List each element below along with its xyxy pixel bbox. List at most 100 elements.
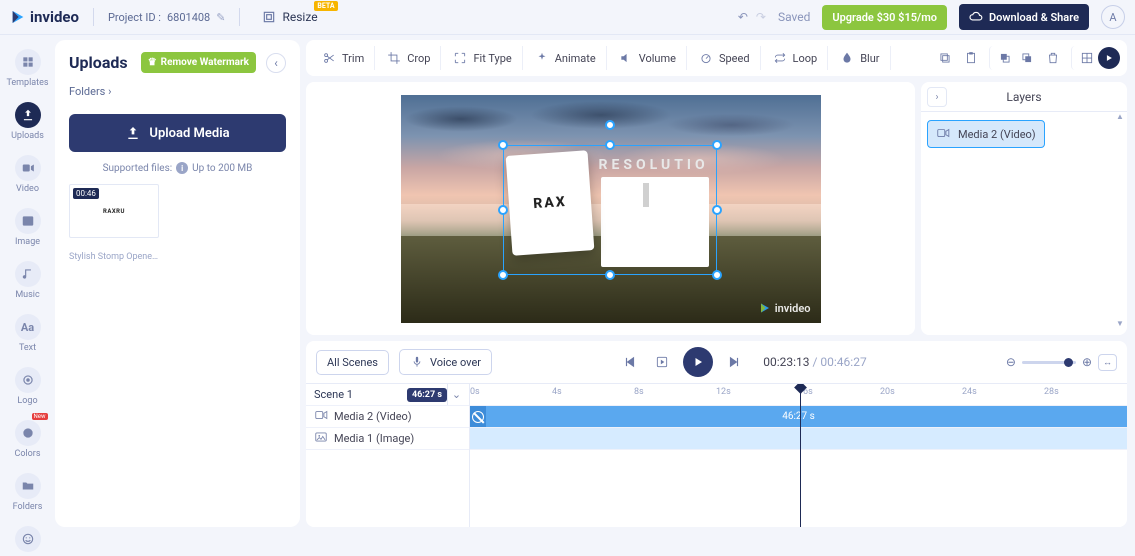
zoom-out-icon[interactable]: ⊖ xyxy=(1006,355,1016,369)
undo-icon[interactable]: ↶ xyxy=(738,10,748,24)
sparkle-icon xyxy=(535,51,549,65)
resize-handle[interactable] xyxy=(605,270,615,280)
next-scene-button[interactable] xyxy=(723,351,745,373)
rail-folders[interactable]: Folders xyxy=(6,469,50,516)
top-right-group: ↶ ↷ Saved Upgrade $30 $15/mo Download & … xyxy=(738,4,1125,30)
rail-image[interactable]: Image xyxy=(6,204,50,251)
layers-header: › Layers xyxy=(921,82,1127,112)
tool-trim[interactable]: Trim xyxy=(312,46,375,70)
zoom-in-icon[interactable]: ⊕ xyxy=(1082,355,1092,369)
tool-volume[interactable]: Volume xyxy=(609,46,687,70)
folders-breadcrumb[interactable]: Folders › xyxy=(69,85,286,98)
image-lane[interactable] xyxy=(470,428,1127,450)
layer-back-icon[interactable] xyxy=(1015,46,1039,70)
layers-collapse-button[interactable]: › xyxy=(927,87,947,107)
tool-loop[interactable]: Loop xyxy=(763,46,829,70)
scroll-down-icon[interactable]: ▼ xyxy=(1116,319,1124,331)
rail-templates[interactable]: Templates xyxy=(6,45,50,92)
crown-icon: ♛ xyxy=(148,57,157,68)
resize-menu[interactable]: Resize BETA xyxy=(262,10,317,24)
project-id: Project ID : 6801408 ✎ xyxy=(108,11,226,24)
prev-scene-button[interactable] xyxy=(619,351,641,373)
timeline-tracks[interactable]: 0s4s8s12s16s20s24s28s 46:27 s xyxy=(470,384,1127,527)
zoom-slider[interactable] xyxy=(1022,361,1076,364)
trash-icon[interactable] xyxy=(1041,46,1065,70)
rotate-handle[interactable] xyxy=(605,120,615,130)
text-icon: Aa xyxy=(15,314,41,340)
timeline-controls: All Scenes Voice over 00:23:13 / 00:46:2… xyxy=(306,341,1127,383)
video-clip[interactable]: 46:27 s xyxy=(470,406,1127,427)
fit-icon xyxy=(453,51,467,65)
redo-icon[interactable]: ↷ xyxy=(756,10,766,24)
resize-handle[interactable] xyxy=(605,140,615,150)
upgrade-button[interactable]: Upgrade $30 $15/mo xyxy=(822,5,947,30)
video-icon xyxy=(314,408,328,425)
clip-handle-left[interactable] xyxy=(470,406,486,427)
resize-handle[interactable] xyxy=(712,205,722,215)
tool-blur[interactable]: Blur xyxy=(830,46,890,70)
resize-handle[interactable] xyxy=(498,270,508,280)
share-label: Download & Share xyxy=(989,11,1079,24)
selection-box[interactable] xyxy=(503,145,717,275)
scene-header[interactable]: Scene 1 46:27 s ⌄ xyxy=(306,384,469,406)
preview-play-button[interactable] xyxy=(1097,46,1121,70)
rail-logo[interactable]: Logo xyxy=(6,363,50,410)
rail-colors[interactable]: New Colors xyxy=(6,416,50,463)
brand-logo[interactable]: invideo xyxy=(10,8,79,26)
canvas-stage[interactable]: RESOLUTIO RAX xyxy=(306,82,915,335)
divider xyxy=(239,8,240,26)
layer-item[interactable]: Media 2 (Video) xyxy=(927,120,1045,148)
image-icon xyxy=(15,208,41,234)
play-button[interactable] xyxy=(683,347,713,377)
ruler-tick: 4s xyxy=(552,387,562,397)
layers-scrollbar[interactable]: ▲ ▼ xyxy=(1115,112,1125,331)
resize-handle[interactable] xyxy=(498,205,508,215)
panel-header: Uploads ♛ Remove Watermark ‹ xyxy=(69,52,286,73)
zoom-fit-button[interactable]: ↔ xyxy=(1098,354,1117,371)
tool-label: Loop xyxy=(793,52,818,65)
resize-handle[interactable] xyxy=(712,270,722,280)
track-label-image[interactable]: Media 1 (Image) xyxy=(306,428,469,450)
rail-label: Text xyxy=(19,343,36,353)
tool-speed[interactable]: Speed xyxy=(689,46,761,70)
saved-status: Saved xyxy=(778,10,810,24)
track-label-video[interactable]: Media 2 (Video) xyxy=(306,406,469,428)
remove-watermark-button[interactable]: ♛ Remove Watermark xyxy=(141,52,256,73)
layer-front-icon[interactable] xyxy=(989,46,1013,70)
collapse-panel-button[interactable]: ‹ xyxy=(266,53,286,73)
ruler-tick: 0s xyxy=(470,387,480,397)
templates-icon xyxy=(15,49,41,75)
playhead[interactable] xyxy=(800,384,801,527)
ruler-tick: 20s xyxy=(880,387,895,397)
avatar[interactable]: A xyxy=(1101,5,1125,29)
no-trim-icon xyxy=(472,411,484,423)
copy-icon[interactable] xyxy=(933,46,957,70)
video-lane[interactable]: 46:27 s xyxy=(470,406,1127,428)
upload-media-button[interactable]: Upload Media xyxy=(69,114,286,152)
media-thumbnail[interactable]: 00:46 RAXRU Stylish Stomp Opener by … xyxy=(69,184,159,262)
voice-over-button[interactable]: Voice over xyxy=(399,349,492,375)
grid-icon[interactable] xyxy=(1071,46,1095,70)
tool-fit-type[interactable]: Fit Type xyxy=(443,46,522,70)
chevron-down-icon[interactable]: ⌄ xyxy=(447,384,465,405)
tool-animate[interactable]: Animate xyxy=(525,46,607,70)
ruler-tick: 12s xyxy=(716,387,731,397)
loop-preview-button[interactable] xyxy=(651,351,673,373)
thumbnail-duration: 00:46 xyxy=(73,188,99,199)
download-share-button[interactable]: Download & Share xyxy=(959,4,1089,30)
project-id-value: 6801408 xyxy=(167,11,210,24)
pencil-icon[interactable]: ✎ xyxy=(216,11,225,24)
rail-more[interactable] xyxy=(6,522,50,556)
tool-crop[interactable]: Crop xyxy=(377,46,441,70)
rail-music[interactable]: Music xyxy=(6,257,50,304)
rail-video[interactable]: Video xyxy=(6,151,50,198)
all-scenes-button[interactable]: All Scenes xyxy=(316,350,389,375)
image-clip[interactable] xyxy=(470,428,1127,449)
paste-icon[interactable] xyxy=(959,46,983,70)
info-icon[interactable]: i xyxy=(176,162,188,174)
resize-handle[interactable] xyxy=(498,140,508,150)
rail-uploads[interactable]: Uploads xyxy=(6,98,50,145)
scroll-up-icon[interactable]: ▲ xyxy=(1116,112,1124,124)
resize-handle[interactable] xyxy=(712,140,722,150)
rail-text[interactable]: Aa Text xyxy=(6,310,50,357)
